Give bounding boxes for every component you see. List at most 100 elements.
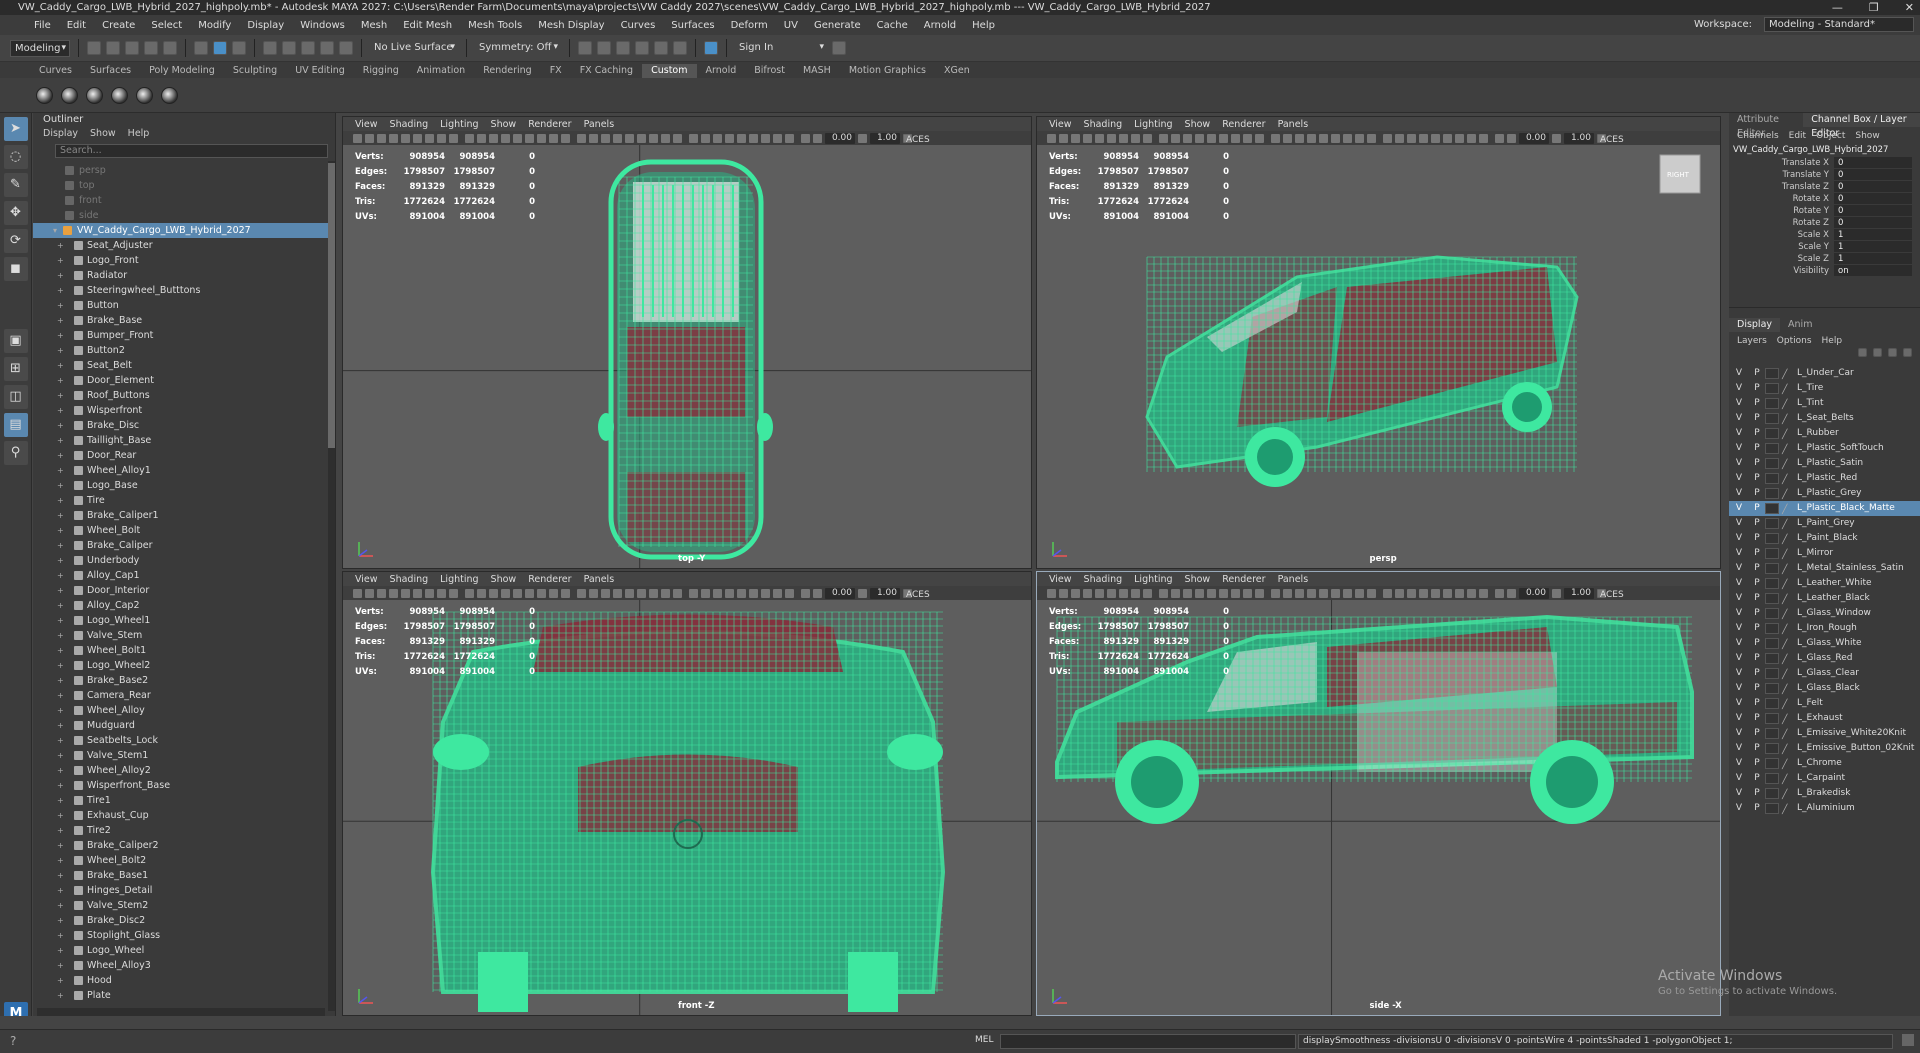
sign-in-button[interactable]: Sign In <box>735 39 827 57</box>
channel-attribute-value[interactable]: 0 <box>1834 157 1912 169</box>
layer-playback-toggle[interactable]: P <box>1749 366 1765 381</box>
display-layer-row[interactable]: V P ╱ L_Tint <box>1729 396 1920 411</box>
outliner-item[interactable]: + Taillight_Base <box>33 433 329 448</box>
outliner-item[interactable]: + Valve_Stem2 <box>33 898 329 913</box>
expand-icon[interactable]: + <box>57 313 64 328</box>
arnold-render-icon[interactable] <box>654 41 668 55</box>
layer-name[interactable]: L_Metal_Stainless_Satin <box>1795 561 1904 576</box>
layer-color-swatch[interactable] <box>1765 383 1779 394</box>
menu-curves[interactable]: Curves <box>613 20 664 31</box>
layer-visibility-toggle[interactable]: V <box>1729 366 1749 381</box>
shelf-tab-bifrost[interactable]: Bifrost <box>745 64 794 78</box>
layer-color-swatch[interactable] <box>1765 518 1779 529</box>
layer-playback-toggle[interactable]: P <box>1749 786 1765 801</box>
layer-visibility-toggle[interactable]: V <box>1729 561 1749 576</box>
layer-name[interactable]: L_Glass_Clear <box>1795 666 1859 681</box>
display-layer-row[interactable]: V P ╱ L_Exhaust <box>1729 711 1920 726</box>
snap-plane-icon[interactable] <box>320 41 334 55</box>
sidebar-toggle-icon[interactable] <box>832 41 846 55</box>
outliner-item[interactable]: + Wisperfront <box>33 403 329 418</box>
channel-attribute-name[interactable]: Translate X <box>1729 157 1834 169</box>
layer-color-swatch[interactable] <box>1765 623 1779 634</box>
menu-uv[interactable]: UV <box>776 20 806 31</box>
layer-visibility-toggle[interactable]: V <box>1729 501 1749 516</box>
layer-visibility-toggle[interactable]: V <box>1729 741 1749 756</box>
layer-color-swatch[interactable] <box>1765 608 1779 619</box>
viewport-2[interactable]: View Shading Lighting Show Renderer Panels 0.0… <box>342 571 1032 1016</box>
layer-name[interactable]: L_Paint_Black <box>1795 531 1858 546</box>
outliner-item[interactable]: + Button2 <box>33 343 329 358</box>
channel-attribute-name[interactable]: Rotate Z <box>1729 217 1834 229</box>
close-button[interactable]: ✕ <box>1905 0 1914 15</box>
layer-playback-toggle[interactable]: P <box>1749 561 1765 576</box>
rotate-tool-icon[interactable]: ⟳ <box>3 229 28 253</box>
display-layer-row[interactable]: V P ╱ L_Under_Car <box>1729 366 1920 381</box>
undo-icon[interactable] <box>144 41 158 55</box>
outliner-item[interactable]: + Door_Rear <box>33 448 329 463</box>
playback-icon[interactable] <box>673 41 687 55</box>
open-scene-icon[interactable] <box>106 41 120 55</box>
workspace-select[interactable]: Modeling - Standard* <box>1764 17 1914 32</box>
layer-visibility-toggle[interactable]: V <box>1729 756 1749 771</box>
expand-icon[interactable]: + <box>57 763 64 778</box>
layer-name[interactable]: L_Tint <box>1795 396 1823 411</box>
expand-icon[interactable]: + <box>57 703 64 718</box>
shelf-tab-fx[interactable]: FX <box>541 64 571 78</box>
select-object-icon[interactable] <box>213 41 227 55</box>
single-view-icon[interactable]: ▣ <box>3 329 28 353</box>
display-layer-row[interactable]: V P ╱ L_Plastic_Black_Matte <box>1729 501 1920 516</box>
channel-attribute-value[interactable]: on <box>1834 265 1912 277</box>
layer-visibility-toggle[interactable]: V <box>1729 396 1749 411</box>
outliner-item[interactable]: + Radiator <box>33 268 329 283</box>
expand-icon[interactable]: + <box>57 403 64 418</box>
layer-name[interactable]: L_Glass_Black <box>1795 681 1860 696</box>
layer-name[interactable]: L_Aluminium <box>1795 801 1855 816</box>
expand-icon[interactable]: + <box>57 418 64 433</box>
expand-icon[interactable]: + <box>57 583 64 598</box>
layer-color-swatch[interactable] <box>1765 803 1779 814</box>
layer-menu-layers[interactable]: Layers <box>1737 334 1767 348</box>
layer-visibility-toggle[interactable]: V <box>1729 381 1749 396</box>
expand-icon[interactable]: + <box>57 343 64 358</box>
expand-icon[interactable]: + <box>57 568 64 583</box>
outliner-root-item[interactable]: ▾ VW_Caddy_Cargo_LWB_Hybrid_2027 <box>33 223 329 238</box>
display-layer-row[interactable]: V P ╱ L_Iron_Rough <box>1729 621 1920 636</box>
layer-name[interactable]: L_Leather_White <box>1795 576 1872 591</box>
channel-attribute-name[interactable]: Scale Z <box>1729 253 1834 265</box>
layer-visibility-toggle[interactable]: V <box>1729 711 1749 726</box>
layer-playback-toggle[interactable]: P <box>1749 621 1765 636</box>
outliner-item[interactable]: + Alloy_Cap1 <box>33 568 329 583</box>
expand-icon[interactable]: + <box>57 448 64 463</box>
tab-attribute-editor[interactable]: Attribute Editor <box>1729 113 1803 139</box>
outliner-layout-icon[interactable]: ▤ <box>3 413 28 437</box>
expand-icon[interactable]: + <box>57 283 64 298</box>
layer-playback-toggle[interactable]: P <box>1749 636 1765 651</box>
layer-visibility-toggle[interactable]: V <box>1729 666 1749 681</box>
layer-name[interactable]: L_Emissive_Button_02Knit <box>1795 741 1914 756</box>
layer-color-swatch[interactable] <box>1765 488 1779 499</box>
search-icon[interactable]: ⚲ <box>3 441 28 465</box>
display-layer-row[interactable]: V P ╱ L_Seat_Belts <box>1729 411 1920 426</box>
outliner-item[interactable]: + Valve_Stem1 <box>33 748 329 763</box>
collapse-icon[interactable]: ▾ <box>53 223 57 238</box>
snap-grid-icon[interactable] <box>263 41 277 55</box>
expand-icon[interactable]: + <box>57 943 64 958</box>
outliner-item[interactable]: + Brake_Caliper2 <box>33 838 329 853</box>
layer-playback-toggle[interactable]: P <box>1749 516 1765 531</box>
layer-playback-toggle[interactable]: P <box>1749 711 1765 726</box>
channel-attribute-value[interactable]: 0 <box>1834 193 1912 205</box>
shelf-tab-custom[interactable]: Custom <box>642 64 697 78</box>
outliner-item[interactable]: + Wheel_Bolt <box>33 523 329 538</box>
render-frame-icon[interactable] <box>578 41 592 55</box>
display-layer-row[interactable]: V P ╱ L_Rubber <box>1729 426 1920 441</box>
expand-icon[interactable]: + <box>57 643 64 658</box>
minimize-button[interactable]: — <box>1832 0 1843 15</box>
menu-generate[interactable]: Generate <box>806 20 869 31</box>
outliner-item[interactable]: + Alloy_Cap2 <box>33 598 329 613</box>
command-input[interactable] <box>1000 1034 1296 1049</box>
layer-name[interactable]: L_Plastic_Grey <box>1795 486 1861 501</box>
menu-edit-mesh[interactable]: Edit Mesh <box>395 20 460 31</box>
expand-icon[interactable]: + <box>57 253 64 268</box>
layer-name[interactable]: L_Seat_Belts <box>1795 411 1854 426</box>
snap-surface-icon[interactable] <box>339 41 353 55</box>
